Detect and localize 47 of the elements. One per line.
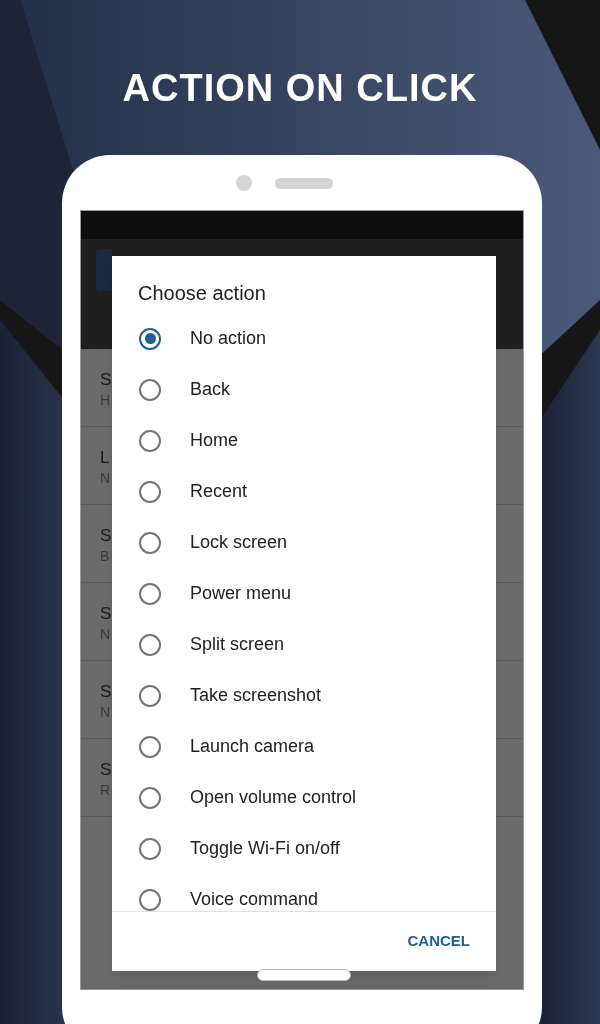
radio-button[interactable] [139,531,161,554]
option-row[interactable]: Back [112,364,496,415]
option-row[interactable]: Open volume control [112,772,496,823]
option-label: No action [190,327,267,350]
speaker-slot [275,178,333,189]
option-label: Back [190,378,231,401]
radio-button[interactable] [139,480,161,503]
option-row[interactable]: No action [112,313,496,364]
row-title: L [100,447,111,469]
row-title: S [100,681,112,703]
option-row[interactable]: Recent [112,466,496,517]
option-label: Split screen [190,633,285,656]
radio-button[interactable] [139,429,161,452]
radio-button[interactable] [139,888,161,911]
option-row[interactable]: Power menu [112,568,496,619]
radio-button[interactable] [139,327,161,350]
option-label: Lock screen [190,531,288,554]
radio-button[interactable] [139,633,161,656]
option-label: Voice command [190,888,319,911]
radio-button[interactable] [139,684,161,707]
option-label: Launch camera [190,735,315,758]
row-title: S [100,525,112,547]
option-row[interactable]: Launch camera [112,721,496,772]
option-label: Recent [190,480,248,503]
option-row[interactable]: Home [112,415,496,466]
option-label: Home [190,429,238,452]
home-pill[interactable] [257,969,351,981]
cancel-button[interactable]: CANCEL [397,922,480,961]
option-row[interactable]: Toggle Wi-Fi on/off [112,823,496,874]
option-label: Open volume control [190,786,357,809]
row-title: S [100,759,112,781]
row-title: S [100,369,112,391]
radio-button[interactable] [139,837,161,860]
option-row[interactable]: Take screenshot [112,670,496,721]
option-label: Power menu [190,582,292,605]
radio-button[interactable] [139,582,161,605]
row-title: S [100,603,112,625]
radio-button[interactable] [139,786,161,809]
headline: ACTION ON CLICK [122,66,478,111]
option-row[interactable]: Lock screen [112,517,496,568]
option-label: Toggle Wi-Fi on/off [190,837,340,860]
option-label: Take screenshot [190,684,322,707]
option-row[interactable]: Split screen [112,619,496,670]
dialog-title: Choose action [137,281,267,306]
option-row[interactable]: Voice command [112,874,496,911]
radio-button[interactable] [139,378,161,401]
radio-button[interactable] [139,735,161,758]
